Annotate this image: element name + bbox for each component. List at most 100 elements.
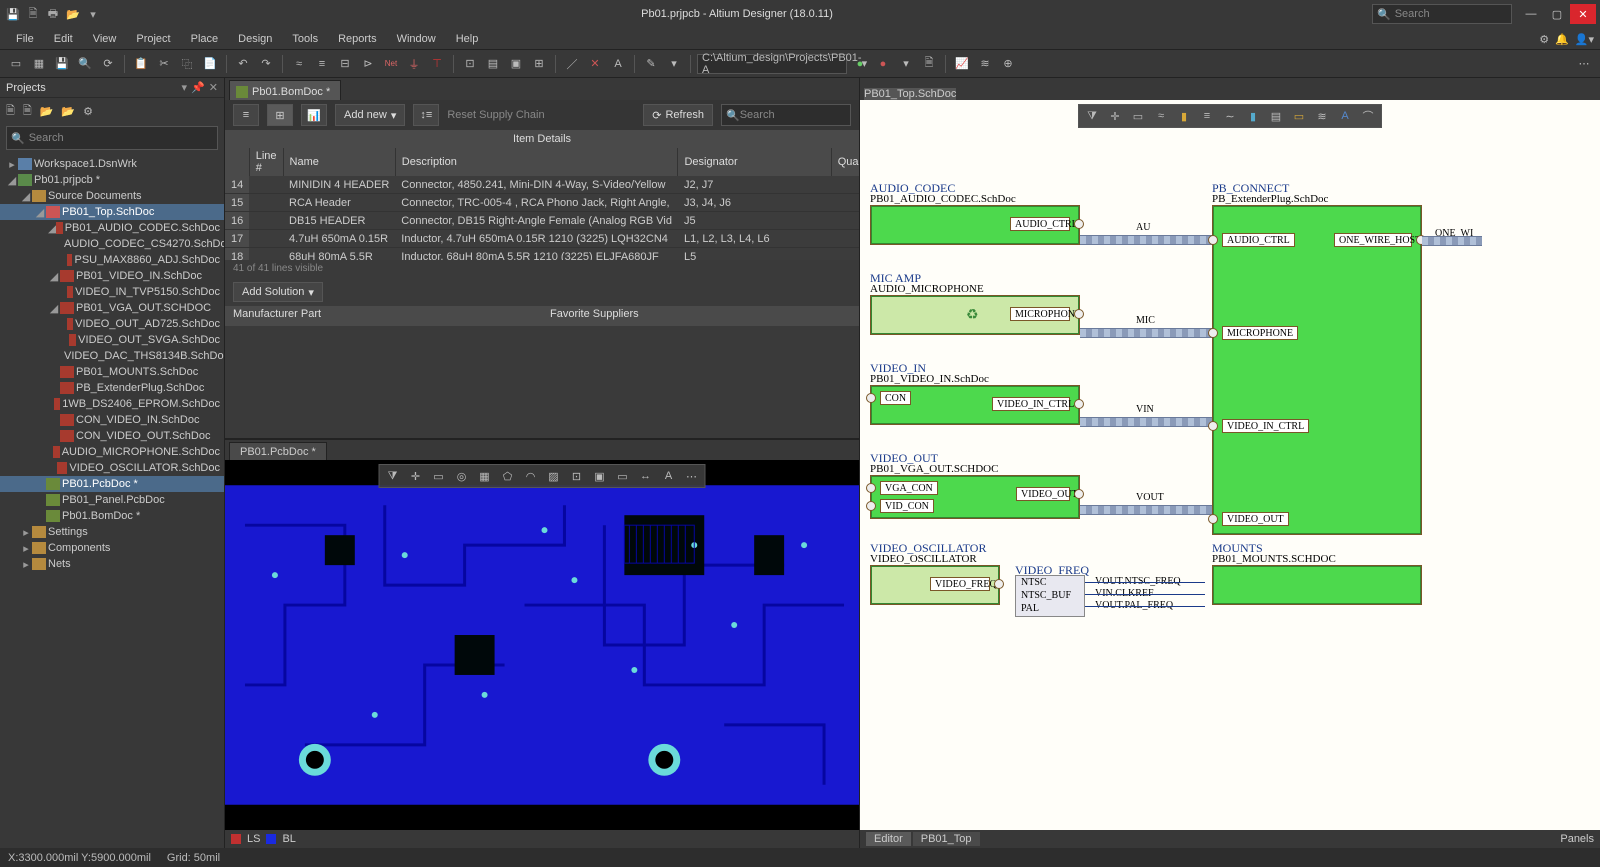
sheet-port[interactable]: VIDEO_IN_CTRL xyxy=(1222,419,1309,433)
port-node[interactable] xyxy=(866,393,876,403)
qat-open-icon[interactable]: 📂 xyxy=(64,5,82,23)
tool-part-icon[interactable]: ⊡ xyxy=(460,54,480,74)
global-search-input[interactable]: 🔍 Search xyxy=(1372,4,1512,24)
tree-node[interactable]: PB_ExtenderPlug.SchDoc xyxy=(0,380,224,396)
path-combo[interactable]: C:\Altium_design\Projects\PB01-A▾ xyxy=(697,54,847,74)
tree-node[interactable]: PB01.PcbDoc * xyxy=(0,476,224,492)
pcb-poly-icon[interactable]: ⬠ xyxy=(499,467,517,485)
menu-place[interactable]: Place xyxy=(183,31,227,47)
add-new-button[interactable]: Add new▾ xyxy=(335,104,405,126)
bus[interactable] xyxy=(1080,328,1212,338)
pcb-room-icon[interactable]: ▭ xyxy=(614,467,632,485)
bom-sort-icon[interactable]: ↕≡ xyxy=(413,104,439,126)
tree-node[interactable]: VIDEO_OSCILLATOR.SchDoc xyxy=(0,460,224,476)
pcb-comp-icon[interactable]: ⊡ xyxy=(568,467,586,485)
bus[interactable] xyxy=(1080,505,1212,515)
tree-node[interactable]: PSU_MAX8860_ADJ.SchDoc xyxy=(0,252,224,268)
tree-node[interactable]: ▸Workspace1.DsnWrk xyxy=(0,156,224,172)
panel-close-icon[interactable]: ✕ xyxy=(209,81,218,94)
bom-search-input[interactable]: 🔍Search xyxy=(721,104,851,126)
tree-node[interactable]: ◢PB01_AUDIO_CODEC.SchDoc xyxy=(0,220,224,236)
menu-project[interactable]: Project xyxy=(128,31,178,47)
qat-save-icon[interactable]: 💾 xyxy=(4,5,22,23)
tool-save-icon[interactable]: 💾 xyxy=(52,54,72,74)
sch-harness-icon[interactable]: ▭ xyxy=(1290,107,1308,125)
pcb-fill-icon[interactable]: ▨ xyxy=(545,467,563,485)
tree-node[interactable]: VIDEO_OUT_SVGA.SchDoc xyxy=(0,332,224,348)
port-node[interactable] xyxy=(866,483,876,493)
bus[interactable] xyxy=(1080,235,1212,245)
sch-bus-icon[interactable]: ≡ xyxy=(1198,107,1216,125)
proj-new-icon[interactable]: 🗎 xyxy=(6,102,15,121)
sch-label-icon[interactable]: ≋ xyxy=(1313,107,1331,125)
port-node[interactable] xyxy=(1074,489,1084,499)
qat-dropdown-icon[interactable]: ▾ xyxy=(84,5,102,23)
sheet-port[interactable]: VIDEO_OUT xyxy=(1016,487,1070,501)
menu-window[interactable]: Window xyxy=(389,31,444,47)
proj-gear-icon[interactable]: ⚙ xyxy=(83,105,93,118)
sheet-port[interactable]: AUDIO_CTRL xyxy=(1222,233,1295,247)
pcb-region-icon[interactable]: ▦ xyxy=(476,467,494,485)
tool-text-icon[interactable]: A xyxy=(608,54,628,74)
tool-sheet-icon[interactable]: ▤ xyxy=(483,54,503,74)
tool-cross-icon[interactable]: ⊕ xyxy=(998,54,1018,74)
tool-overflow-icon[interactable]: ⋯ xyxy=(1574,54,1594,74)
tree-node[interactable]: VIDEO_IN_TVP5150.SchDoc xyxy=(0,284,224,300)
tree-node[interactable]: VIDEO_OUT_AD725.SchDoc xyxy=(0,316,224,332)
menu-tools[interactable]: Tools xyxy=(284,31,326,47)
tree-node[interactable]: ◢PB01_VGA_OUT.SCHDOC xyxy=(0,300,224,316)
schematic-canvas[interactable]: ⧩ ✛ ▭ ≈ ▮ ≡ ∼ ▮ ▤ ▭ ≋ A ⌒ AUMICVINVOU xyxy=(860,100,1600,830)
sheet-port[interactable]: ONE_WIRE_HOST xyxy=(1334,233,1412,247)
tool-line-icon[interactable]: ／ xyxy=(562,54,582,74)
menu-help[interactable]: Help xyxy=(448,31,487,47)
sch-bottom-top[interactable]: PB01_Top xyxy=(913,832,980,846)
sch-other-icon[interactable]: ⌒ xyxy=(1359,107,1377,125)
panel-dropdown-icon[interactable]: ▾ xyxy=(182,81,188,94)
tree-node[interactable]: ◢PB01_Top.SchDoc xyxy=(0,204,224,220)
table-row[interactable]: 14MINIDIN 4 HEADERConnector, 4850.241, M… xyxy=(225,176,859,194)
tab-bomdoc[interactable]: Pb01.BomDoc * xyxy=(229,80,341,100)
add-solution-button[interactable]: Add Solution▾ xyxy=(233,282,323,302)
bom-flat-icon[interactable]: ≡ xyxy=(233,104,259,126)
tool-clipboard-icon[interactable]: 📋 xyxy=(131,54,151,74)
user-icon[interactable]: 👤▾ xyxy=(1575,33,1594,46)
sch-text-icon[interactable]: A xyxy=(1336,107,1354,125)
tree-node[interactable]: CON_VIDEO_OUT.SchDoc xyxy=(0,428,224,444)
sch-part-icon[interactable]: ▮ xyxy=(1244,107,1262,125)
sheet-port[interactable]: MICROPHONE xyxy=(1010,307,1070,321)
tool-delete-icon[interactable]: ✕ xyxy=(585,54,605,74)
tool-dropdown-icon[interactable]: ▾ xyxy=(664,54,684,74)
tree-node[interactable]: VIDEO_DAC_THS8134B.SchDoc xyxy=(0,348,224,364)
close-button[interactable]: ✕ xyxy=(1570,4,1596,24)
port-node[interactable] xyxy=(1074,399,1084,409)
pcb-text-icon[interactable]: A xyxy=(660,467,678,485)
sheet-port[interactable]: AUDIO_CTRL xyxy=(1010,217,1070,231)
tree-node[interactable]: ◢Source Documents xyxy=(0,188,224,204)
tree-node[interactable]: ▸Nets xyxy=(0,556,224,572)
minimize-button[interactable]: — xyxy=(1518,4,1544,24)
gear-icon[interactable]: ⚙ xyxy=(1539,33,1549,46)
tool-netlabel-icon[interactable]: Net xyxy=(381,54,401,74)
port-node[interactable] xyxy=(1074,309,1084,319)
sheet-port[interactable]: CON xyxy=(880,391,911,405)
qat-print-icon[interactable]: 🖶 xyxy=(44,5,62,23)
tool-zoom-icon[interactable]: 🔍 xyxy=(75,54,95,74)
panels-button[interactable]: Panels xyxy=(1560,833,1594,845)
menu-view[interactable]: View xyxy=(85,31,125,47)
panel-pin-icon[interactable]: 📌 xyxy=(191,81,205,94)
tree-node[interactable]: CON_VIDEO_IN.SchDoc xyxy=(0,412,224,428)
tool-edit-icon[interactable]: ✎ xyxy=(641,54,661,74)
maximize-button[interactable]: ▢ xyxy=(1544,4,1570,24)
tool-harness-icon[interactable]: ⊟ xyxy=(335,54,355,74)
tree-node[interactable]: PB01_Panel.PcbDoc xyxy=(0,492,224,508)
port-node[interactable] xyxy=(994,579,1004,589)
tool-harness2-icon[interactable]: ⊞ xyxy=(529,54,549,74)
proj-open-icon[interactable]: 🗎 xyxy=(23,102,32,121)
table-row[interactable]: 1868uH 80mA 5.5RInductor, 68uH 80mA 5.5R… xyxy=(225,248,859,261)
tool-grid-icon[interactable]: ▦ xyxy=(29,54,49,74)
pcb-via-icon[interactable]: ◎ xyxy=(453,467,471,485)
sheet-port[interactable]: MICROPHONE xyxy=(1222,326,1298,340)
tool-xsignal-icon[interactable]: 📈 xyxy=(952,54,972,74)
tool-undo-icon[interactable]: ↶ xyxy=(233,54,253,74)
sch-bottom-editor[interactable]: Editor xyxy=(866,832,911,846)
